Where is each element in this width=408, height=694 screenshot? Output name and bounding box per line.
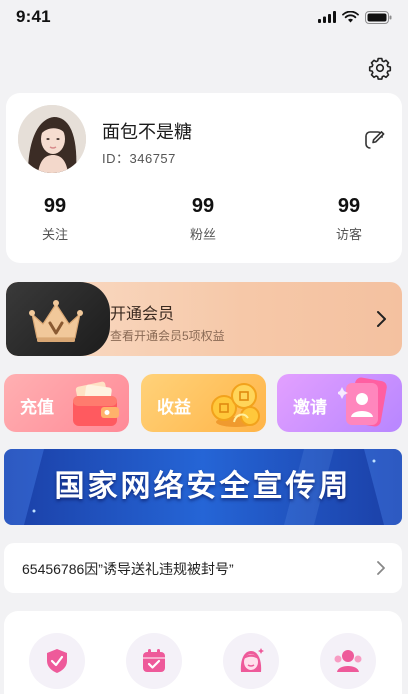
calendar-check-icon [143,649,165,672]
feature-beauty[interactable] [223,633,279,689]
avatar[interactable] [18,105,86,173]
stat-value: 99 [337,195,361,217]
promo-banner[interactable]: 国家网络安全宣传周 [4,449,402,525]
group-icon [334,650,362,672]
status-bar: 9:41 [0,0,408,34]
wifi-icon [342,11,359,23]
income-button[interactable]: 收益 [141,374,266,432]
profile-card: 面包不是糖 ID：346757 99 关注 99 粉丝 99 访客 [6,93,402,263]
stat-value: 99 [43,195,67,217]
feature-grid [4,611,402,694]
coins-icon [211,383,260,427]
vip-subtitle: 查看开通会员5项权益 [110,329,225,343]
invite-label: 邀请 [293,398,327,417]
chevron-right-icon [377,311,386,327]
user-id: ID：346757 [102,151,176,166]
status-icons [318,10,392,24]
stat-value: 99 [191,195,215,217]
stat-visitors[interactable]: 99 访客 [309,195,389,243]
vip-title: 开通会员 [110,306,175,323]
recharge-button[interactable]: 充值 [4,374,129,432]
status-time: 9:41 [16,7,51,26]
avatar-image [18,105,86,173]
beauty-face-icon [240,648,264,672]
signal-icon [318,11,336,23]
notice-text: 65456786因”诱导送礼违规被封号” [22,561,234,577]
chevron-right-icon [377,561,385,575]
battery-icon [365,10,392,24]
notice-bar[interactable]: 65456786因”诱导送礼违规被封号” [4,543,402,593]
gear-icon[interactable] [368,56,392,80]
feature-group[interactable] [320,633,376,689]
vip-badge [6,282,110,356]
vip-banner[interactable]: 开通会员 查看开通会员5项权益 [6,282,402,356]
feature-checkin[interactable] [126,633,182,689]
edit-icon[interactable] [364,129,386,151]
wallet-icon [73,381,119,426]
stat-following[interactable]: 99 关注 [15,195,95,243]
recharge-label: 充值 [20,398,54,417]
income-label: 收益 [157,398,191,417]
stat-label: 粉丝 [189,227,216,242]
stat-fans[interactable]: 99 粉丝 [163,195,243,243]
banner-title: 国家网络安全宣传周 [54,470,352,503]
shield-check-icon [47,649,67,673]
stat-label: 访客 [335,227,362,242]
stat-label: 关注 [41,227,68,242]
invite-card-icon [338,377,387,427]
invite-button[interactable]: 邀请 [277,374,402,432]
feature-verify[interactable] [29,633,85,689]
crown-icon [29,300,83,342]
nickname: 面包不是糖 [102,122,192,142]
